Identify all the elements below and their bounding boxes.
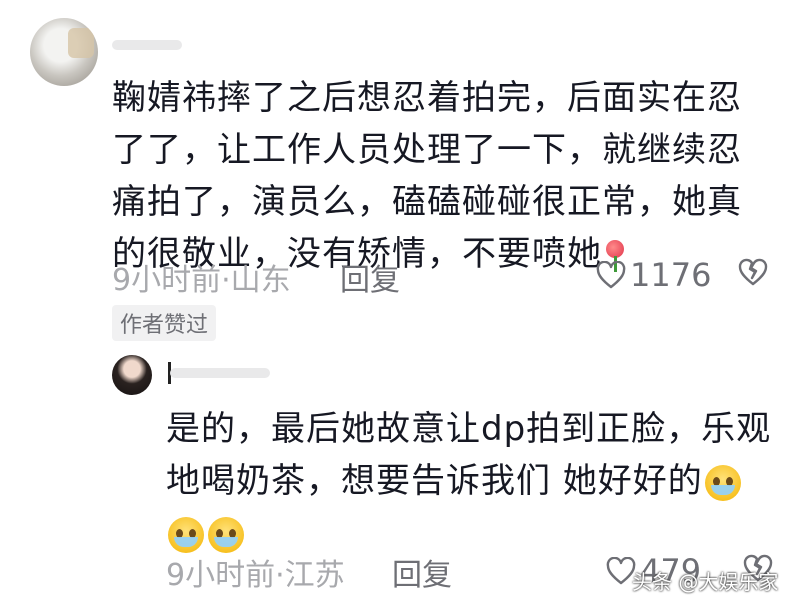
reply-timestamp-location: 9小时前·江苏: [166, 558, 345, 593]
comment-text: 鞠婧祎摔了之后想忍着拍完，后面实在忍了了，让工作人员处理了一下，就继续忍痛拍了，…: [112, 72, 762, 280]
crying-face-icon: [704, 464, 741, 501]
reply-button[interactable]: 回复: [340, 255, 400, 299]
reply-text: 是的，最后她故意让dp拍到正脸，乐观地喝奶茶，想要告诉我们 她好好的: [166, 403, 786, 559]
replier-avatar[interactable]: [112, 355, 152, 395]
watermark: 头条 @大娱乐家: [632, 570, 779, 594]
heart-icon: [596, 261, 626, 289]
like-count: 1176: [630, 256, 712, 294]
commenter-name-blurred[interactable]: [112, 40, 182, 50]
commenter-avatar[interactable]: [30, 18, 98, 86]
dislike-button[interactable]: [737, 257, 769, 287]
comment-text-body: 鞠婧祎摔了之后想忍着拍完，后面实在忍了了，让工作人员处理了一下，就继续忍痛拍了，…: [112, 78, 742, 274]
crying-face-icon: [208, 516, 244, 553]
broken-heart-icon: [737, 257, 769, 287]
author-liked-badge: 作者赞过: [112, 305, 217, 341]
replier-name-blurred[interactable]: [170, 368, 270, 378]
reply-button[interactable]: 回复: [392, 550, 452, 594]
comment-timestamp-location: 9小时前·山东: [112, 263, 291, 298]
like-button[interactable]: 1176: [596, 256, 711, 294]
crying-face-icon: [168, 516, 204, 553]
reply-text-body: 是的，最后她故意让dp拍到正脸，乐观地喝奶茶，想要告诉我们 她好好的: [166, 409, 772, 501]
